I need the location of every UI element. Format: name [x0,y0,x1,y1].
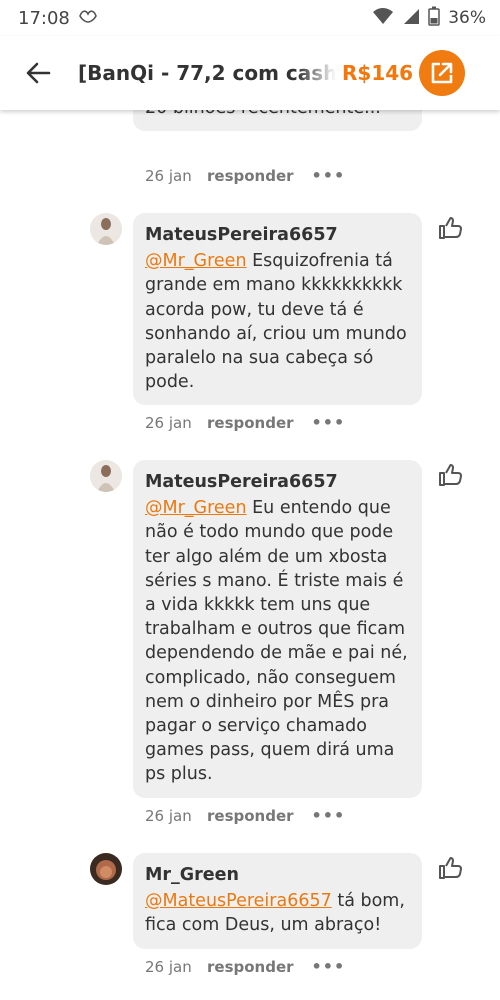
status-bar: 17:08 36% [0,0,500,36]
avatar[interactable] [90,460,122,492]
thumbs-up-icon[interactable] [437,855,463,881]
back-arrow-icon [26,62,51,84]
comment-bubble: MateusPereira6657 @Mr_Green Esquizofreni… [133,213,422,406]
comment-mention[interactable]: @Mr_Green [145,251,247,271]
thumbs-up-icon[interactable] [437,215,463,241]
comment-bubble: Mr_Green @MateusPereira6657 tá bom, fica… [133,853,422,949]
comment-text: Esquizofrenia tá grande em mano kkkkkkkk… [145,251,407,393]
open-external-icon [431,62,453,84]
open-deal-button[interactable] [419,50,466,96]
app-bar: [BanQi - 77,2 com cashback R$146 [0,36,500,110]
comment-date: 26 jan [145,166,192,185]
back-button[interactable] [16,51,60,95]
avatar[interactable] [90,213,122,245]
comment-bubble: MateusPereira6657 @Mr_Green Eu entendo q… [133,460,422,798]
comment-author[interactable]: MateusPereira6657 [145,470,411,494]
comment-date: 26 jan [145,957,192,976]
comment-meta: 26 jan responder ••• [145,413,345,432]
deal-title: [BanQi - 77,2 com cashback [78,61,336,85]
comment-text: Eu entendo que não é todo mundo que pode… [145,498,408,785]
reply-button[interactable]: responder [207,958,294,976]
comment-author[interactable]: MateusPereira6657 [145,223,411,247]
comment-meta: 26 jan responder ••• [145,806,345,825]
wifi-icon [372,7,394,30]
notification-icon [78,8,98,29]
comment-date: 26 jan [145,413,192,432]
reply-button[interactable]: responder [207,807,294,825]
more-options-button[interactable]: ••• [312,413,346,432]
thumbs-up-icon[interactable] [437,462,463,488]
battery-icon [428,6,440,31]
avatar[interactable] [90,853,122,885]
comment-author[interactable]: Mr_Green [145,863,411,887]
more-options-button[interactable]: ••• [312,957,346,976]
reply-button[interactable]: responder [207,414,294,432]
comment-date: 26 jan [145,806,192,825]
more-options-button[interactable]: ••• [312,806,346,825]
reply-button[interactable]: responder [207,167,294,185]
deal-price: R$146 [342,61,414,85]
comment-meta: 26 jan responder ••• [145,166,345,185]
status-time: 17:08 [18,7,70,29]
comment-mention[interactable]: @MateusPereira6657 [145,891,332,911]
more-options-button[interactable]: ••• [312,166,346,185]
comment-meta: 26 jan responder ••• [145,957,345,976]
comment-mention[interactable]: @Mr_Green [145,498,247,518]
signal-icon [402,7,420,30]
battery-percent: 36% [448,8,486,28]
